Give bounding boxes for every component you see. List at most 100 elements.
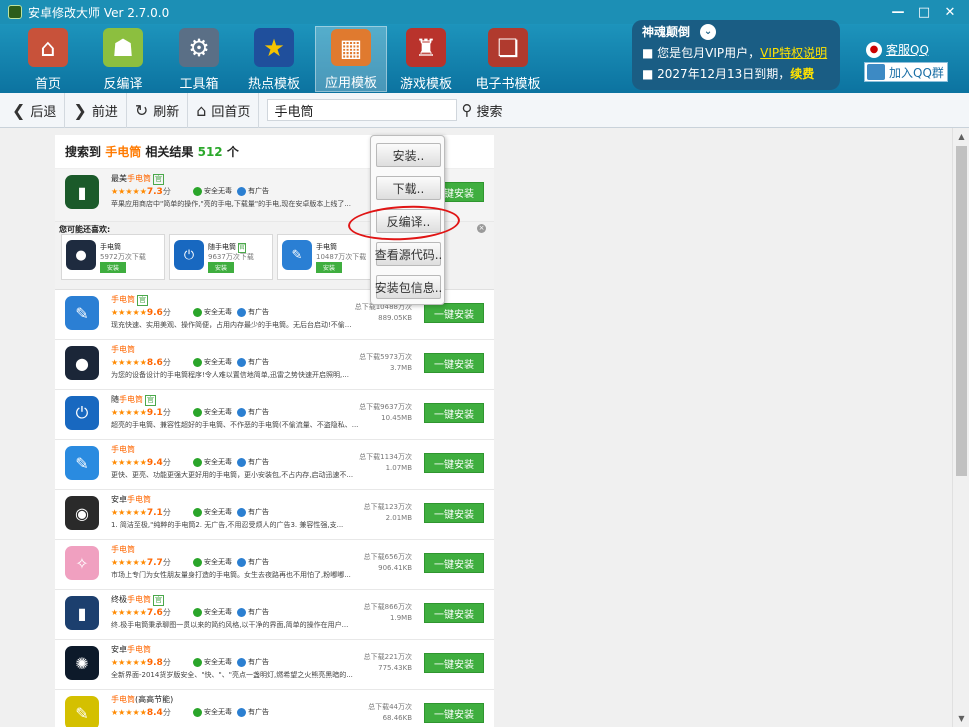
- install-button[interactable]: 一键安装: [424, 303, 484, 323]
- app-name[interactable]: 安卓手电筒: [111, 644, 151, 655]
- install-button[interactable]: 一键安装: [424, 453, 484, 473]
- recommend-name-text: 手电筒: [316, 243, 337, 251]
- app-name[interactable]: 最美手电筒官: [111, 173, 164, 185]
- app-row[interactable]: ✺ 安卓手电筒 ★★★★★9.8分 安全无毒 有广告 全新界面-2014货岁版安全、"快、…: [55, 640, 494, 690]
- scroll-down-arrow-icon[interactable]: ▼: [953, 710, 969, 727]
- app-rating: ★★★★★7.1分: [111, 507, 171, 518]
- app-name[interactable]: 手电筒官: [111, 294, 148, 306]
- rating-score: 9.4: [146, 458, 163, 468]
- app-row[interactable]: ✎ 手电筒 ★★★★★9.4分 安全无毒 有广告 更快、更亮、功能更强大更好用的手电筒，更…: [55, 440, 494, 490]
- app-name[interactable]: 手电筒: [111, 544, 135, 555]
- app-row[interactable]: ⏻ 随手电筒官 ★★★★★9.1分 安全无毒 有广告 超亮的手电筒、兼容性超好的手电筒、不…: [55, 390, 494, 440]
- nav-item-toolbox[interactable]: ⚙ 工具箱: [163, 26, 235, 92]
- window-title: 安卓修改大师 Ver 2.7.0.0: [28, 5, 170, 20]
- safe-label: 安全无毒: [204, 608, 232, 616]
- refresh-button[interactable]: ↻ 刷新: [127, 92, 189, 128]
- recommend-install-button[interactable]: 安装: [316, 262, 342, 273]
- vip-privilege-link[interactable]: VIP特权说明: [760, 46, 827, 60]
- nav-item-hot-templates[interactable]: ★ 热点模板: [238, 26, 310, 92]
- recommend-downloads: 5972万次下载: [100, 253, 146, 261]
- recommend-install-button[interactable]: 安装: [208, 262, 234, 273]
- check-shield-icon: [193, 186, 202, 196]
- rating-stars: ★★★★★: [111, 658, 147, 667]
- app-row[interactable]: ● 手电筒 ★★★★★8.6分 安全无毒 有广告 为您的设备设计的手电筒程序!令人难以置信…: [55, 340, 494, 390]
- maximize-button[interactable]: □: [911, 0, 937, 24]
- menu-item-install[interactable]: 安装..: [376, 143, 441, 167]
- app-description: 超亮的手电筒、兼容性超好的手电筒、不作恶的手电筒(不偷流量、不盗隐私、...: [111, 421, 359, 429]
- safe-badge: 安全无毒: [193, 707, 232, 717]
- total-downloads: 总下载866万次: [363, 603, 412, 611]
- customer-service-link[interactable]: ● 客服QQ: [866, 41, 929, 58]
- menu-item-package-info[interactable]: 安装包信息..: [375, 275, 442, 299]
- install-button[interactable]: 一键安装: [424, 603, 484, 623]
- nav-item-game-templates[interactable]: ♜ 游戏模板: [390, 26, 462, 92]
- app-name[interactable]: 终极手电筒官: [111, 594, 164, 606]
- home-button[interactable]: ⌂ 回首页: [188, 92, 260, 128]
- ad-badge: 有广告: [237, 457, 269, 467]
- recommend-card[interactable]: ✎ 手电筒 10487万次下载 安装: [277, 234, 381, 280]
- total-downloads: 总下载44万次: [368, 703, 412, 711]
- address-input[interactable]: [267, 99, 458, 121]
- install-button[interactable]: 一键安装: [424, 353, 484, 373]
- install-button[interactable]: 一键安装: [424, 553, 484, 573]
- recommend-install-button[interactable]: 安装: [100, 262, 126, 273]
- recommend-card[interactable]: ● 手电筒 5972万次下载 安装: [61, 234, 165, 280]
- ad-label: 有广告: [248, 658, 269, 666]
- recommend-downloads: 9637万次下载: [208, 253, 254, 261]
- join-qq-group-button[interactable]: 加入QQ群: [864, 62, 948, 82]
- app-name-highlight: 手电筒: [119, 395, 143, 404]
- app-size: 1.07MB: [385, 464, 412, 472]
- chevron-left-icon: ❮: [12, 100, 26, 120]
- app-stats: 总下载866万次 1.9MB: [342, 602, 412, 624]
- vertical-scrollbar[interactable]: ▲ ▼: [952, 128, 969, 727]
- app-row[interactable]: ▮ 终极手电筒官 ★★★★★7.6分 安全无毒 有广告 终.极手电筒秉承聊图一贯以来的简约…: [55, 590, 494, 640]
- app-name-highlight: 手电筒: [127, 645, 151, 654]
- app-name[interactable]: 手电筒: [111, 344, 135, 355]
- info-icon: [237, 707, 246, 717]
- rating-unit: 分: [162, 708, 171, 717]
- recommend-card[interactable]: ⏻ 随手电筒官 9637万次下载 安装: [169, 234, 273, 280]
- app-name[interactable]: 手电筒(高高节能): [111, 694, 173, 705]
- chevron-right-icon: ❯: [73, 100, 87, 120]
- app-size: 889.05KB: [378, 314, 412, 322]
- app-name[interactable]: 手电筒: [111, 444, 135, 455]
- menu-item-view-source[interactable]: 查看源代码..: [375, 242, 442, 266]
- app-name[interactable]: 随手电筒官: [111, 394, 156, 406]
- minimize-button[interactable]: —: [885, 0, 911, 24]
- app-icon: ✧: [65, 546, 99, 580]
- official-badge: 官: [145, 395, 156, 406]
- app-row[interactable]: ✎ 手电筒(高高节能) ★★★★★8.4分 安全无毒 有广告 总下载44万次 68.46KB…: [55, 690, 494, 727]
- search-button[interactable]: ⚲ 搜索: [461, 101, 502, 120]
- nav-item-app-templates[interactable]: ▦ 应用模板: [315, 26, 387, 92]
- app-row[interactable]: ◉ 安卓手电筒 ★★★★★7.1分 安全无毒 有广告 1. 简洁至极,"纯粹的手电筒2. …: [55, 490, 494, 540]
- close-button[interactable]: ✕: [937, 0, 963, 24]
- app-description: 为您的设备设计的手电筒程序!令人难以置信地简单,迅雷之势快速开启照明,...: [111, 371, 349, 379]
- safe-label: 安全无毒: [204, 308, 232, 316]
- flashlight-app-icon: ✎: [282, 240, 312, 270]
- nav-item-home[interactable]: ⌂ 首页: [12, 26, 84, 92]
- menu-item-download[interactable]: 下载..: [376, 176, 441, 200]
- safe-badge: 安全无毒: [193, 657, 232, 667]
- forward-button[interactable]: ❯ 前进: [65, 92, 127, 128]
- chevron-down-icon[interactable]: ⌄: [700, 23, 717, 40]
- install-button[interactable]: 一键安装: [424, 703, 484, 723]
- rating-stars: ★★★★★: [111, 358, 147, 367]
- scroll-thumb[interactable]: [956, 146, 967, 476]
- app-icon: ✎: [65, 296, 99, 330]
- nav-item-ebook-templates[interactable]: ❏ 电子书模板: [468, 26, 548, 92]
- app-stats: 总下载10488万次 889.05KB: [342, 302, 412, 324]
- install-button[interactable]: 一键安装: [424, 503, 484, 523]
- install-button[interactable]: 一键安装: [424, 403, 484, 423]
- app-row[interactable]: ✧ 手电筒 ★★★★★7.7分 安全无毒 有广告 市场上专门为女性朋友量身打造的手电筒。女…: [55, 540, 494, 590]
- nav-item-decompile[interactable]: ☗ 反编译: [87, 26, 159, 92]
- vip-renew-link[interactable]: 续费: [790, 67, 814, 81]
- app-name[interactable]: 安卓手电筒: [111, 494, 151, 505]
- close-icon[interactable]: ×: [477, 224, 486, 233]
- search-label: 搜索: [476, 104, 503, 120]
- ad-label: 有广告: [248, 408, 269, 416]
- app-stats: 总下载44万次 68.46KB: [342, 702, 412, 724]
- scroll-up-arrow-icon[interactable]: ▲: [953, 128, 969, 145]
- back-button[interactable]: ❮ 后退: [0, 92, 66, 128]
- install-button[interactable]: 一键安装: [424, 653, 484, 673]
- rating-score: 9.8: [146, 658, 163, 668]
